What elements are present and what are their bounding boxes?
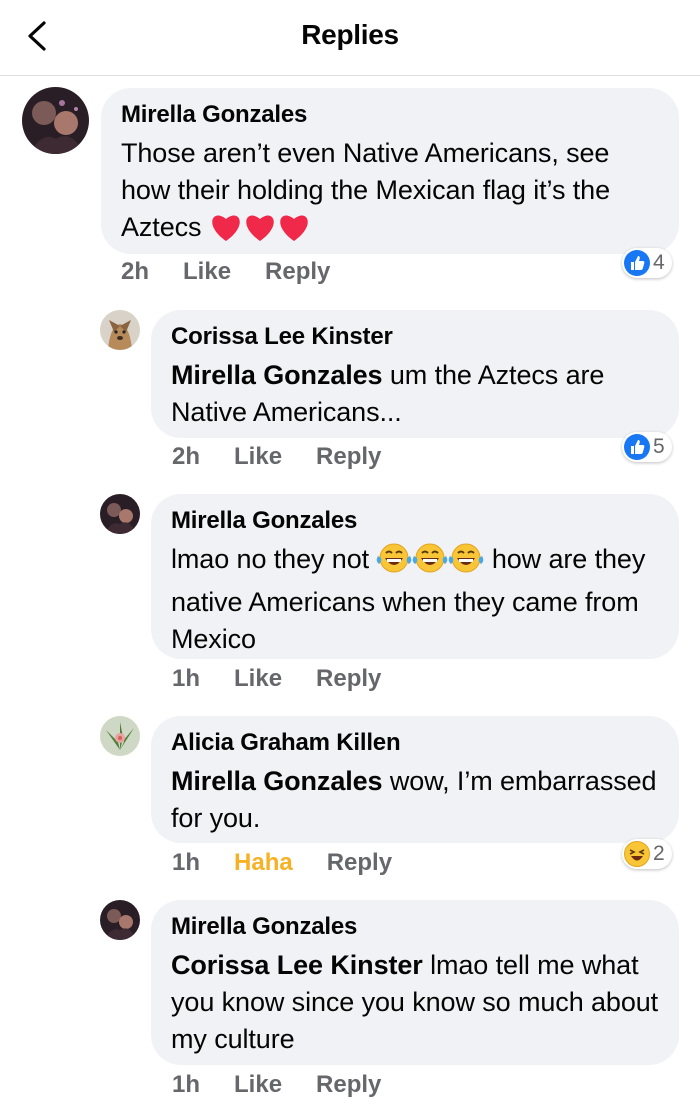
laughing-tears-icon — [376, 542, 412, 584]
comment-text: Corissa Lee Kinster lmao tell me what yo… — [171, 950, 659, 1054]
haha-icon — [624, 841, 650, 867]
comment-text: Mirella Gonzales wow, I’m embarrassed fo… — [171, 766, 657, 833]
comment-author[interactable]: Alicia Graham Killen — [171, 728, 659, 758]
like-icon — [624, 434, 650, 460]
avatar[interactable] — [100, 494, 140, 534]
comment-author[interactable]: Corissa Lee Kinster — [171, 322, 659, 352]
reply-button[interactable]: Reply — [316, 1071, 381, 1099]
comment-actions: 1h Haha Reply — [172, 849, 426, 877]
reaction-summary[interactable]: 4 — [622, 248, 672, 278]
comment-bubble: Mirella Gonzales lmao no they not how ar… — [151, 494, 679, 659]
heart-icon — [209, 212, 243, 252]
comment-actions: 2h Like Reply — [121, 258, 364, 286]
avatar[interactable] — [100, 310, 140, 350]
reaction-count: 4 — [653, 251, 665, 274]
reaction-count: 5 — [653, 435, 665, 458]
timestamp: 2h — [172, 443, 201, 470]
comment-text: Those aren’t even Native Americans, see … — [121, 135, 659, 252]
heart-icon — [243, 212, 277, 252]
page-title: Replies — [301, 19, 399, 50]
comment-bubble: Alicia Graham Killen Mirella Gonzales wo… — [151, 716, 679, 843]
like-button[interactable]: Like — [234, 1071, 282, 1099]
like-button[interactable]: Like — [234, 443, 282, 471]
like-icon — [624, 250, 650, 276]
timestamp: 1h — [172, 665, 201, 692]
reply-button[interactable]: Reply — [265, 258, 330, 286]
avatar[interactable] — [100, 900, 140, 940]
heart-icon — [277, 212, 311, 252]
comment-actions: 1h Like Reply — [172, 665, 415, 693]
reply-button[interactable]: Reply — [316, 665, 381, 693]
timestamp: 2h — [121, 258, 150, 285]
reply-button[interactable]: Reply — [316, 443, 381, 471]
laughing-tears-icon — [448, 542, 484, 584]
laughing-tears-icon — [412, 542, 448, 584]
comment-actions: 2h Like Reply — [172, 443, 415, 471]
comment-text: lmao no they not how are they native Ame… — [171, 542, 646, 654]
reaction-count: 2 — [653, 842, 665, 865]
avatar[interactable] — [100, 716, 140, 756]
reaction-summary[interactable]: 5 — [622, 432, 672, 462]
like-button[interactable]: Like — [234, 665, 282, 693]
comment-author[interactable]: Mirella Gonzales — [171, 506, 659, 536]
comment-actions: 1h Like Reply — [172, 1071, 415, 1099]
like-button[interactable]: Like — [183, 258, 231, 286]
mention-link[interactable]: Mirella Gonzales — [171, 360, 383, 390]
timestamp: 1h — [172, 849, 201, 876]
comment-bubble: Mirella Gonzales Corissa Lee Kinster lma… — [151, 900, 679, 1065]
comment-bubble: Corissa Lee Kinster Mirella Gonzales um … — [151, 310, 679, 438]
comment-author[interactable]: Mirella Gonzales — [121, 100, 659, 130]
haha-button[interactable]: Haha — [234, 849, 293, 877]
comment-text: Mirella Gonzales um the Aztecs are Nativ… — [171, 360, 605, 427]
reaction-summary[interactable]: 2 — [622, 839, 672, 869]
comment-bubble: Mirella Gonzales Those aren’t even Nativ… — [101, 88, 679, 254]
avatar[interactable] — [22, 87, 89, 154]
timestamp: 1h — [172, 1071, 201, 1098]
comment-author[interactable]: Mirella Gonzales — [171, 912, 659, 942]
mention-link[interactable]: Corissa Lee Kinster — [171, 950, 423, 980]
mention-link[interactable]: Mirella Gonzales — [171, 766, 383, 796]
top-bar: Replies — [0, 0, 700, 76]
reply-button[interactable]: Reply — [327, 849, 392, 877]
